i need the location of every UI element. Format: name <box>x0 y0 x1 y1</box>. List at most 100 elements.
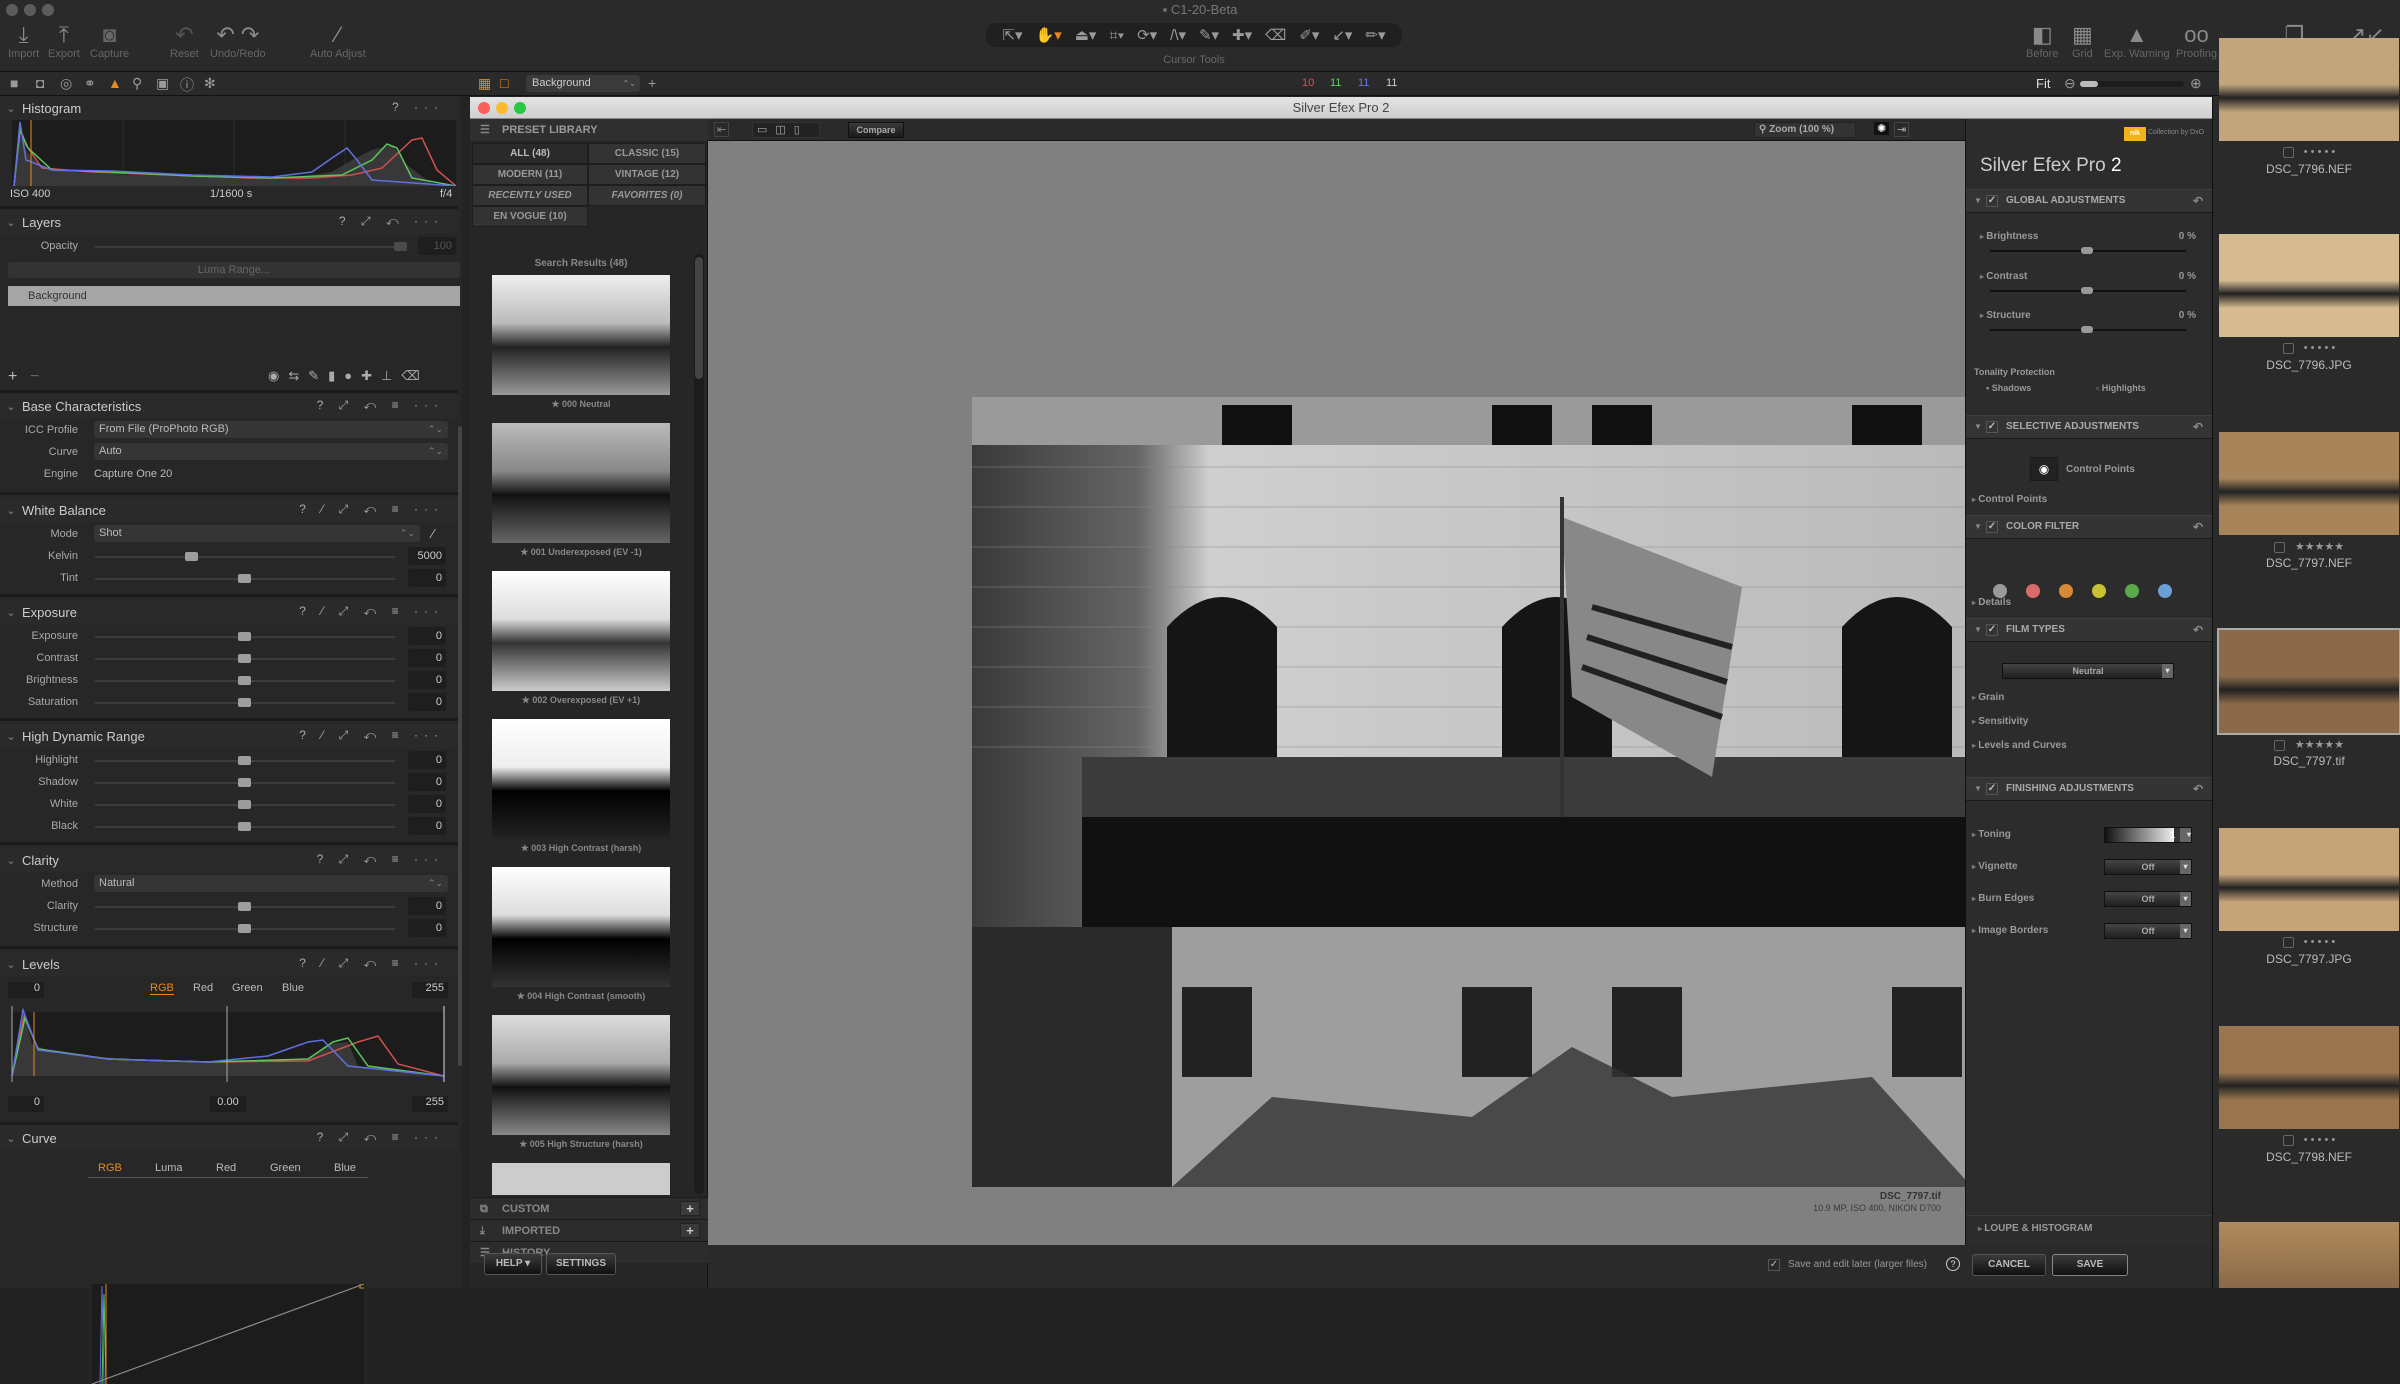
adjustments-tab-icon[interactable]: ▣ <box>156 75 169 92</box>
preset-thumbnail[interactable] <box>492 867 670 987</box>
film-types-header[interactable]: ▼ ✓ FILM TYPES ↶ <box>1966 618 2213 642</box>
layers-header[interactable]: ⌄ Layers? ⤢ ↶ ··· <box>0 210 458 234</box>
brush-tool-icon[interactable]: ✎▾ <box>1199 26 1219 44</box>
shadow-slider-thumb[interactable] <box>238 778 251 787</box>
metadata-tab-icon[interactable]: ⓘ <box>180 75 194 95</box>
preset-scrollbar[interactable] <box>694 254 704 1194</box>
add-control-point-button[interactable]: ◉ <box>2030 457 2058 481</box>
clarity-method-select[interactable]: Natural <box>94 875 448 892</box>
opacity-value[interactable]: 100 <box>418 237 456 255</box>
toning-select[interactable]: 1 <box>2104 827 2192 843</box>
preset-thumbnail[interactable] <box>492 423 670 543</box>
close-button[interactable] <box>478 102 490 114</box>
category-favorites[interactable]: FAVORITES (0) <box>588 185 706 206</box>
structure-slider-thumb[interactable] <box>238 924 251 933</box>
undo-icon[interactable]: ↶ <box>2193 416 2203 438</box>
select-checkbox[interactable] <box>2282 146 2294 158</box>
tool-actions[interactable]: ? ⁄ ⤢ ↶ ≡ ··· <box>299 502 444 517</box>
color-filter-swatch[interactable] <box>2059 584 2073 598</box>
filmstrip-thumbnail[interactable] <box>2219 828 2399 931</box>
save-later-checkbox[interactable]: ✓ <box>1768 1259 1780 1271</box>
help-circle-icon[interactable]: ? <box>1946 1257 1960 1271</box>
export-button[interactable]: ⤒ Export <box>48 22 80 60</box>
filmstrip-item[interactable]: • • • • • DSC_7796.NEF <box>2219 38 2399 188</box>
single-view-icon[interactable]: □ <box>500 75 508 91</box>
color-filter-swatch[interactable] <box>2158 584 2172 598</box>
exit-panel-icon[interactable]: ⇥ <box>1894 122 1910 137</box>
opacity-slider-thumb[interactable] <box>394 242 407 251</box>
color-filter-swatch[interactable] <box>2026 584 2040 598</box>
undo-icon[interactable]: ↶ <box>2193 190 2203 212</box>
levels-tab-green[interactable]: Green <box>232 982 263 994</box>
before-button[interactable]: ◧ Before <box>2026 22 2058 60</box>
category-en-vogue[interactable]: EN VOGUE (10) <box>472 206 588 227</box>
preset-thumbnail[interactable] <box>492 1015 670 1135</box>
curve-header[interactable]: ⌄ Curve? ⤢ ↶ ≡ ··· <box>0 1126 458 1150</box>
remove-layer-button[interactable]: − <box>30 368 39 386</box>
film-type-select[interactable]: Neutral <box>2002 663 2174 679</box>
filmstrip-thumbnail[interactable] <box>2217 628 2400 735</box>
contrast-value[interactable]: 0 <box>408 649 446 667</box>
clarity-slider-thumb[interactable] <box>238 902 251 911</box>
zoom-fit-label[interactable]: Fit <box>2036 76 2050 91</box>
vignette-select[interactable]: Off <box>2104 859 2192 875</box>
highlight-value[interactable]: 0 <box>408 751 446 769</box>
select-checkbox[interactable] <box>2282 1134 2294 1146</box>
picker-tool-icon[interactable]: ✐▾ <box>1299 26 1319 44</box>
black-value[interactable]: 0 <box>408 817 446 835</box>
saturation-slider-thumb[interactable] <box>238 698 251 707</box>
undo-icon[interactable]: ↶ <box>2193 778 2203 800</box>
structure-adjust-slider[interactable] <box>1990 326 2186 333</box>
curve-tab-green[interactable]: Green <box>270 1162 301 1174</box>
category-all[interactable]: ALL (48) <box>472 143 588 164</box>
levels-tab-red[interactable]: Red <box>193 982 213 994</box>
hdr-header[interactable]: ⌄ High Dynamic Range? ⁄ ⤢ ↶ ≡ ··· <box>0 724 458 748</box>
filmstrip-thumbnail[interactable] <box>2219 234 2399 337</box>
tool-actions[interactable]: ? ⤢ ↶ ≡ ··· <box>317 852 444 867</box>
capture-button[interactable]: ◙ Capture <box>90 22 129 60</box>
filmstrip-thumbnail[interactable] <box>2219 1026 2399 1129</box>
star-rating[interactable]: ★★★★★ <box>2295 541 2344 553</box>
kelvin-slider[interactable] <box>95 556 395 558</box>
crop-tool-icon[interactable]: ⌗▾ <box>1109 27 1124 44</box>
details-tab-icon[interactable]: ⚲ <box>132 75 142 92</box>
curve-graph[interactable] <box>92 1284 364 1384</box>
levels-input-high[interactable]: 255 <box>412 982 448 998</box>
icc-profile-select[interactable]: From File (ProPhoto RGB) <box>94 421 448 438</box>
star-rating[interactable]: • • • • • <box>2304 1134 2335 1146</box>
zoom-slider[interactable] <box>2080 81 2184 87</box>
curve-tab-red[interactable]: Red <box>216 1162 236 1174</box>
grid-button[interactable]: ▦ Grid <box>2072 22 2093 60</box>
global-adjustments-checkbox[interactable]: ✓ <box>1986 195 1998 207</box>
grain-expander[interactable]: ▸ Grain <box>1972 692 2192 703</box>
add-custom-button[interactable]: + <box>680 1201 700 1216</box>
settings-button[interactable]: SETTINGS <box>546 1253 616 1275</box>
curve-select[interactable]: Auto <box>94 443 448 460</box>
white-value[interactable]: 0 <box>408 795 446 813</box>
settings-tab-icon[interactable]: ✻ <box>204 75 216 92</box>
grid-view-icon[interactable]: ▦ <box>478 75 491 92</box>
highlight-slider-thumb[interactable] <box>238 756 251 765</box>
filmstrip-item[interactable]: ★★★★★ DSC_7797.tif <box>2217 628 2400 780</box>
saturation-value[interactable]: 0 <box>408 693 446 711</box>
exposure-value[interactable]: 0 <box>408 627 446 645</box>
selective-adjustments-header[interactable]: ▼ ✓ SELECTIVE ADJUSTMENTS ↶ <box>1966 415 2213 439</box>
color-filter-swatch[interactable] <box>2092 584 2106 598</box>
white-balance-header[interactable]: ⌄ White Balance? ⁄ ⤢ ↶ ≡ ··· <box>0 498 458 522</box>
zoom-in-icon[interactable]: ⊕ <box>2190 75 2202 92</box>
white-slider-thumb[interactable] <box>238 800 251 809</box>
category-recently-used[interactable]: RECENTLY USED <box>472 185 588 206</box>
brightness-adjust-slider[interactable] <box>1990 247 2186 254</box>
lens-tab-icon[interactable]: ◎ <box>60 75 72 92</box>
import-button[interactable]: ⤓ Import <box>8 22 39 60</box>
highlights-protection[interactable]: ▫ Highlights <box>2096 383 2176 393</box>
add-layer-icon[interactable]: + <box>648 75 656 91</box>
select-checkbox[interactable] <box>2273 739 2285 751</box>
levels-midpoint[interactable]: 0.00 <box>210 1096 246 1112</box>
exposure-slider-thumb[interactable] <box>238 632 251 641</box>
color-filter-swatch[interactable] <box>2125 584 2139 598</box>
wb-mode-select[interactable]: Shot <box>94 525 420 542</box>
annotate-tool-icon[interactable]: ↙▾ <box>1332 26 1352 44</box>
auto-adjust-button[interactable]: ⁄ Auto Adjust <box>310 22 366 60</box>
pan-tool-icon[interactable]: ✋▾ <box>1036 26 1062 44</box>
